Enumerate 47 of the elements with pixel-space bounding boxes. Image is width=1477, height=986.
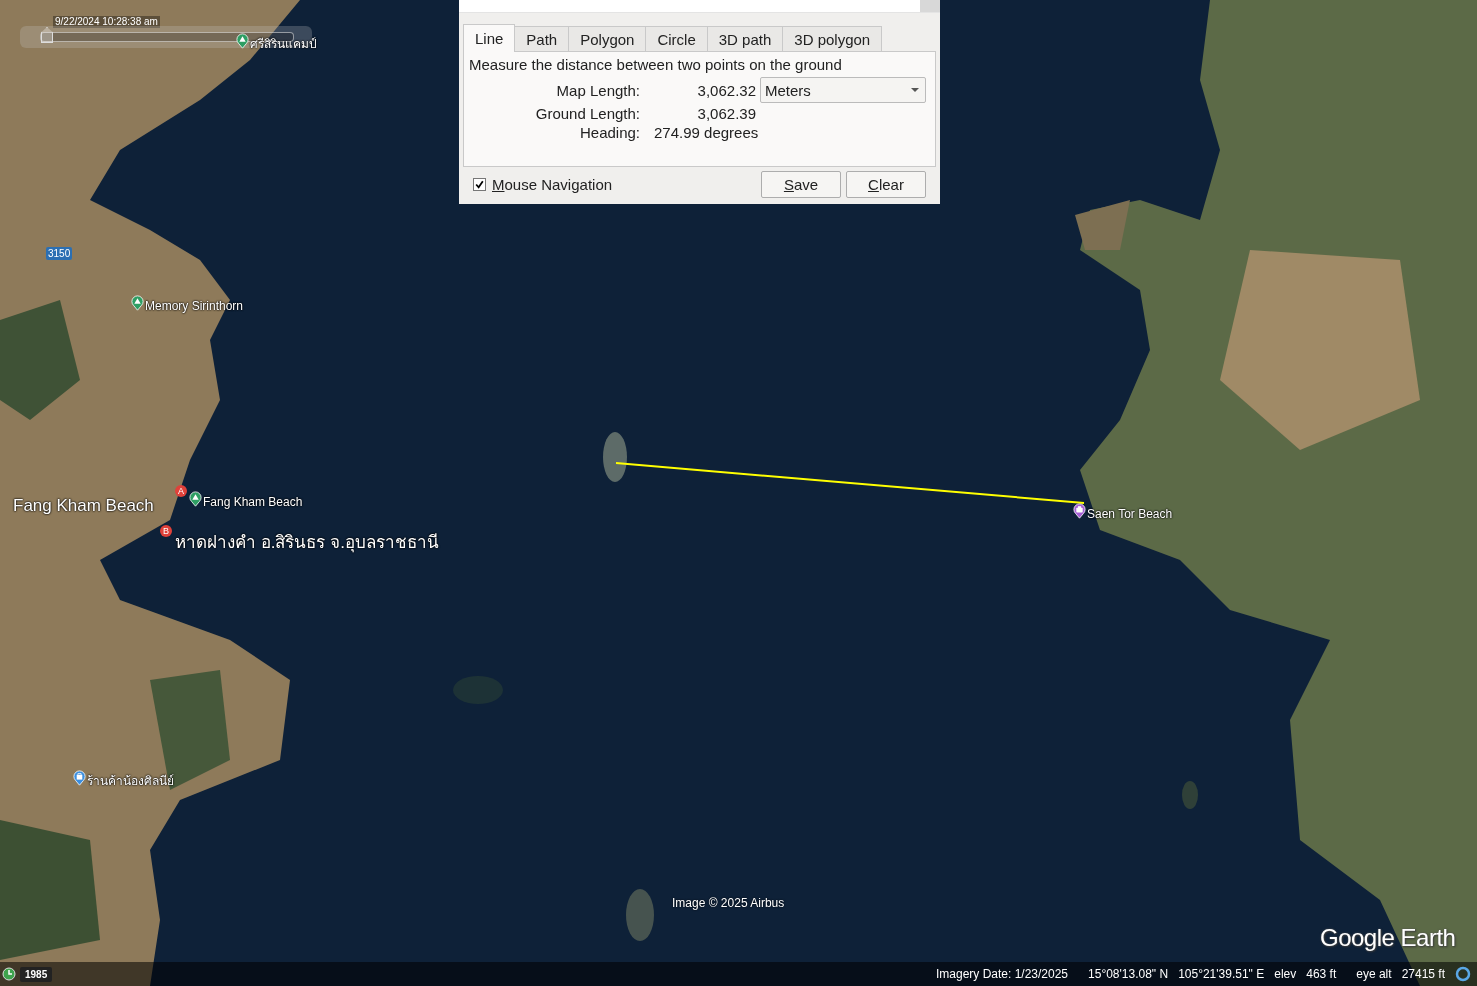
elevation-value: 463 ft	[1306, 967, 1337, 981]
road-sign: 3150	[46, 247, 73, 260]
tab[interactable]: Polygon	[568, 26, 647, 51]
timeline-thumb[interactable]	[41, 27, 53, 43]
placemark-icon[interactable]	[1073, 503, 1086, 519]
unit-dropdown[interactable]: Meters	[760, 77, 926, 103]
eye-altitude-value: 27415 ft	[1401, 967, 1445, 981]
eye-altitude-label: eye alt	[1356, 967, 1392, 981]
tab[interactable]: 3D polygon	[782, 26, 883, 51]
measure-label: Heading:	[578, 124, 640, 141]
description: Measure the distance between two points on the ground	[469, 56, 843, 73]
island	[603, 432, 627, 482]
tab[interactable]: Line	[463, 24, 516, 52]
logo: Google Earth	[1320, 924, 1456, 952]
longitude: 105°21'39.51" E	[1178, 967, 1265, 981]
tab[interactable]: Circle	[645, 26, 708, 51]
measure-value: 3,062.32	[696, 81, 757, 99]
dialog-button[interactable]: Clear	[846, 171, 926, 198]
satellite-map[interactable]	[0, 0, 1477, 986]
placemark-icon[interactable]	[189, 491, 202, 507]
checkbox[interactable]	[473, 178, 486, 191]
checkbox-label[interactable]: Mouse Navigation	[492, 176, 613, 193]
caret-icon	[911, 88, 919, 92]
measure-label: Ground Length:	[534, 105, 640, 122]
loading-ring-icon	[1455, 966, 1471, 982]
placemark-label: ร้านค้าน้องศิลนีย์	[87, 774, 174, 788]
placemark-label: หาดฝางคำ อ.สิรินธร จ.อุบลราชธานี	[175, 533, 439, 553]
placemark-label: Saen Tor Beach	[1087, 507, 1173, 521]
placemark-label: Fang Kham Beach	[203, 495, 303, 509]
island	[1182, 781, 1198, 809]
imagery-attribution: Image © 2025 Airbus	[672, 896, 785, 910]
measure-value: 3,062.39	[696, 105, 757, 122]
tab[interactable]: Path	[514, 26, 570, 51]
tab[interactable]: 3D path	[706, 26, 784, 51]
measure-label: Map Length:	[555, 81, 640, 99]
unit-value: Meters	[765, 81, 811, 99]
placemark-label: Fang Kham Beach	[13, 496, 154, 516]
sand-patch	[1075, 200, 1130, 250]
placemark-label: ศรีสิรินแคมป์	[250, 37, 317, 51]
dialog-button[interactable]: Save	[761, 171, 841, 198]
latitude: 15°08'13.08" N	[1088, 967, 1169, 981]
elevation-label: elev	[1274, 967, 1297, 981]
clock-icon[interactable]	[2, 967, 16, 981]
imagery-date: Imagery Date: 1/23/2025	[935, 967, 1069, 981]
island	[626, 889, 654, 941]
measure-value: 274.99 degrees	[653, 124, 760, 141]
timestamp: 9/22/2024 10:28:38 am	[53, 16, 160, 28]
